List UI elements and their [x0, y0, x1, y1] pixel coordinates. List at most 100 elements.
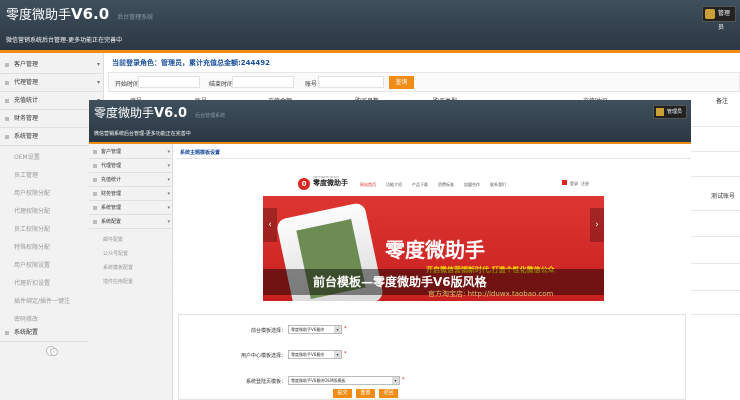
back-sub-item[interactable]: 员工权限分配 — [14, 224, 50, 233]
chevron-down-icon: ▾ — [167, 191, 170, 197]
banner-login[interactable]: 登录 — [570, 181, 578, 187]
back-sidebar-label: 财务管理 — [14, 115, 39, 122]
select-value: 零度微助手V6最终 — [291, 327, 325, 332]
chevron-down-icon: ▾ — [392, 377, 399, 384]
template-preview-banner: 0 WEIXINZHUSHOU 零度微助手 网站首页 功能介绍 产品下载 资费标… — [263, 174, 604, 301]
banner-next-arrow-icon[interactable]: › — [590, 208, 604, 242]
back-sub-item[interactable]: 用户权限分配 — [14, 188, 50, 197]
back-start-input[interactable] — [138, 76, 200, 88]
front-header: 零度微助手V6.0 后台管理系统 管理员 微信营销系统后台管理-更多功能正在完善中 — [89, 100, 691, 142]
back-sidebar-label: 代理管理 — [14, 79, 39, 86]
banner-menu-item[interactable]: 加盟合作 — [464, 182, 480, 188]
chevron-down-icon: ▾ — [167, 205, 170, 211]
item-icon — [93, 178, 97, 182]
front-template-label: 前台模板选择： — [250, 328, 286, 334]
front-sidebar-item-recharge[interactable]: 充值统计 ▾ — [89, 173, 173, 187]
front-sub-item[interactable]: 插件应用配置 — [103, 278, 133, 285]
login-template-select[interactable]: 零度微助手V6最终OEM版模板 ▾ — [288, 376, 400, 385]
banner-prev-arrow-icon[interactable]: ‹ — [263, 208, 277, 242]
back-user-menu[interactable]: 管理员 — [702, 6, 736, 31]
front-logo: 零度微助手V6.0 后台管理系统 — [94, 104, 225, 121]
back-logo-name: 零度微助手 — [6, 8, 72, 23]
select-value: 零度微助手V6最终OEM版模板 — [291, 378, 346, 383]
banner-logo-icon: 0 — [298, 178, 310, 190]
item-icon — [5, 63, 9, 67]
back-logo-version: V6.0 — [71, 5, 110, 23]
item-icon — [5, 135, 9, 139]
back-sub-item[interactable]: 用户权限设置 — [14, 260, 50, 269]
back-current-role: 当前登录角色：管理员，累计充值总金额:244492 — [112, 59, 271, 67]
front-avatar — [656, 108, 664, 116]
front-sidebar-item-agent[interactable]: 代理管理 ▾ — [89, 159, 173, 173]
item-icon — [93, 206, 97, 210]
back-sidebar-item-customer[interactable]: 客户管理 ▾ — [0, 56, 104, 74]
banner-logo-text: 零度微助手 — [313, 179, 348, 187]
back-end-label: 结束时间 — [209, 81, 234, 88]
back-test-account: 测试账号 — [711, 193, 736, 200]
item-icon — [5, 117, 9, 121]
item-icon — [93, 220, 97, 224]
front-template-select[interactable]: 零度微助手V6最终 ▾ — [288, 325, 342, 334]
reset-button[interactable]: 重置 — [356, 389, 375, 398]
banner-register[interactable]: 注册 — [581, 181, 589, 187]
banner-menu-item[interactable]: 资费标准 — [438, 182, 454, 188]
back-col-header: 备注 — [716, 98, 729, 105]
banner-menu-item[interactable]: 产品下载 — [412, 182, 428, 188]
back-user-name: 管理员 — [718, 10, 731, 31]
item-icon — [93, 192, 97, 196]
back-avatar — [705, 9, 715, 19]
front-sidebar-label: 系统管理 — [101, 205, 122, 211]
item-icon — [93, 164, 97, 168]
back-sub-item[interactable]: OEM设置 — [14, 152, 40, 161]
back-sub-item[interactable]: 插件绑定/插件一键注 — [14, 296, 70, 305]
back-account-label: 账号 — [305, 81, 318, 88]
back-sidebar-label: 系统配置 — [14, 329, 39, 336]
front-collapse-icon[interactable]: ‹ — [50, 348, 58, 356]
back-sidebar-label: 客户管理 — [14, 61, 39, 68]
item-icon — [5, 331, 9, 335]
back-sub-item[interactable]: 代理折扣设置 — [14, 278, 50, 287]
back-sub-item[interactable]: 员工管理 — [14, 170, 38, 179]
item-icon — [93, 150, 97, 154]
back-sub-item[interactable]: 密码修改 — [14, 314, 38, 323]
front-sub-item[interactable]: 系统模板配置 — [103, 264, 133, 271]
front-sidebar-label: 财务管理 — [101, 191, 122, 197]
back-sidebar-item-agent[interactable]: 代理管理 ▾ — [0, 74, 104, 92]
chevron-down-icon: ▾ — [167, 149, 170, 155]
front-user-menu[interactable]: 管理员 — [653, 105, 687, 119]
back-header: 零度微助手V6.0 后台管理系统 管理员 微信营销系统后台管理-更多功能正在完善中 — [0, 0, 740, 50]
back-query-button[interactable]: 查询 — [389, 76, 414, 89]
banner-menu-item[interactable]: 网站首页 — [360, 182, 376, 188]
front-page-title: 系统主题模板设置 — [180, 150, 221, 156]
front-sidebar-label: 系统配置 — [101, 219, 122, 225]
front-sidebar-item-finance[interactable]: 财务管理 ▾ — [89, 187, 173, 201]
back-start-label: 开始时间 — [115, 81, 140, 88]
back-notice: 微信营销系统后台管理-更多功能正在完善中 — [6, 37, 123, 44]
select-value: 零度微助手V6最终 — [291, 352, 325, 357]
back-filter-bar — [108, 72, 740, 92]
chevron-down-icon: ▾ — [167, 219, 170, 225]
front-sub-item[interactable]: 公众号配置 — [103, 250, 128, 257]
back-sub-item[interactable]: 代理权限分配 — [14, 206, 50, 215]
front-sidebar-label: 代理管理 — [101, 163, 122, 169]
front-sidebar-item-customer[interactable]: 客户管理 ▾ — [89, 145, 173, 159]
front-sub-item[interactable]: 邮件配置 — [103, 236, 123, 243]
banner-menu-item[interactable]: 联系我们 — [490, 182, 506, 188]
front-sidebar-item-config[interactable]: 系统配置 ▾ — [89, 215, 173, 229]
front-sidebar-item-system[interactable]: 系统管理 ▾ — [89, 201, 173, 215]
back-sub-item[interactable]: 特殊权限分配 — [14, 242, 50, 251]
back-end-input[interactable] — [232, 76, 294, 88]
banner-caption: 前台模板—零度微助手V6版风格 — [313, 275, 487, 289]
front-logo-tagline: 后台管理系统 — [195, 113, 226, 119]
required-mark: * — [344, 326, 347, 332]
user-center-template-select[interactable]: 零度微助手V6最终 ▾ — [288, 350, 342, 359]
front-user-name: 管理员 — [667, 109, 683, 115]
submit-button[interactable]: 提交 — [333, 389, 352, 398]
banner-menu-item[interactable]: 功能介绍 — [386, 182, 402, 188]
user-icon — [562, 180, 567, 185]
back-account-input[interactable] — [318, 76, 384, 88]
back-button[interactable]: 返回 — [379, 389, 398, 398]
back-logo-tagline: 后台管理系统 — [117, 14, 154, 21]
required-mark: * — [344, 351, 347, 357]
front-sidebar-label: 充值统计 — [101, 177, 122, 183]
